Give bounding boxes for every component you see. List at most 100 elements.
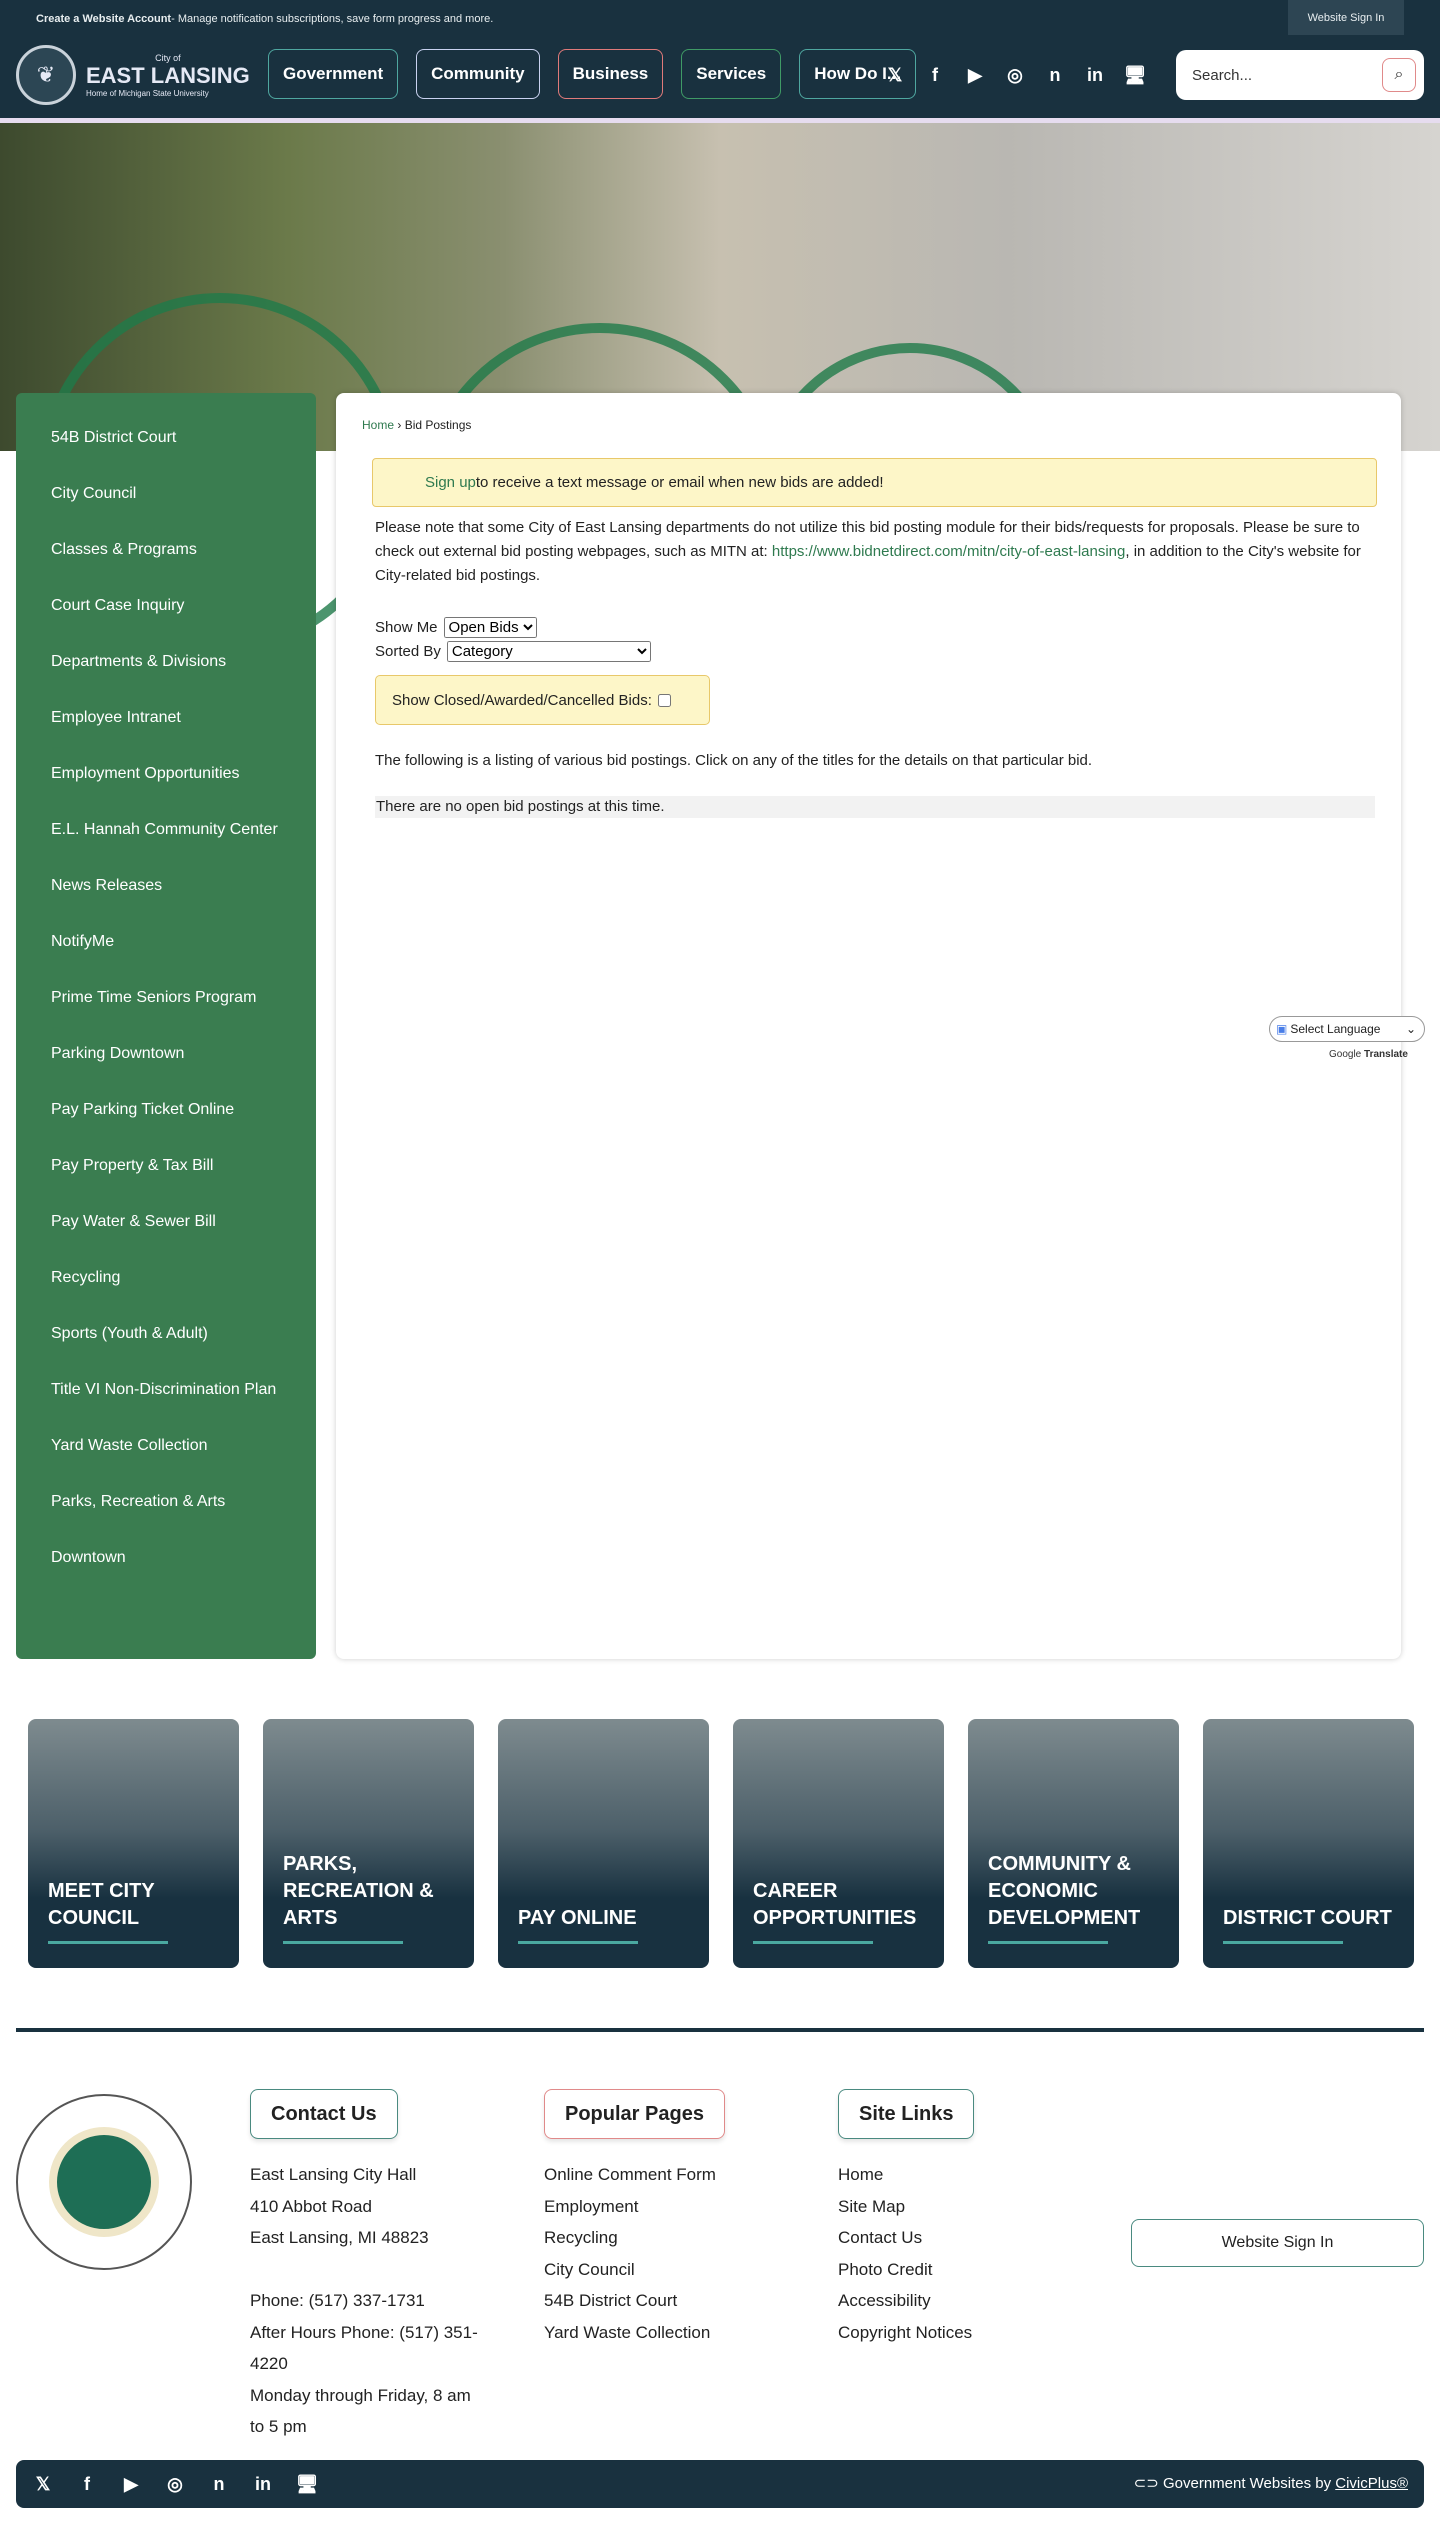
civicplus-credit: ⊂⊃ Government Websites by CivicPlus® (1134, 2474, 1408, 2492)
civicplus-icon: ⊂⊃ (1133, 2475, 1163, 2492)
popular-link[interactable]: Employment (544, 2191, 725, 2223)
sidebar-item[interactable]: Downtown (16, 1535, 316, 1591)
header: ❦ City of EAST LANSING Home of Michigan … (0, 37, 1440, 118)
tile-title: Community & Economic Development (988, 1853, 1141, 1929)
contact-line: 410 Abbot Road (250, 2196, 372, 2216)
show-closed-checkbox[interactable] (657, 693, 671, 707)
facebook-icon[interactable]: f (922, 62, 948, 88)
logo-city-of: City of (155, 52, 181, 63)
popular-link[interactable]: 54B District Court (544, 2285, 725, 2317)
create-account-link[interactable]: Create a Website Account (36, 13, 171, 25)
sidebar-item[interactable]: Classes & Programs (16, 527, 316, 583)
x-icon[interactable]: 𝕏 (882, 62, 908, 88)
breadcrumb-home[interactable]: Home (362, 418, 394, 432)
popular-link[interactable]: Recycling (544, 2222, 725, 2254)
sidebar-item[interactable]: NotifyMe (16, 919, 316, 975)
sorted-by-label: Sorted By (375, 642, 441, 660)
sidebar-item[interactable]: Title VI Non-Discrimination Plan (16, 1367, 316, 1423)
site-link[interactable]: Accessibility (838, 2285, 974, 2317)
tile-underline (283, 1941, 403, 1944)
contact-line: Phone: (517) 337-1731 (250, 2291, 425, 2310)
youtube-icon[interactable]: ▶ (118, 2474, 144, 2495)
popular-link[interactable]: Yard Waste Collection (544, 2317, 725, 2349)
language-select[interactable]: ▣ Select Language ⌄ (1269, 1016, 1425, 1042)
sidebar-item[interactable]: News Releases (16, 863, 316, 919)
tile-underline (753, 1941, 873, 1944)
nav-business[interactable]: Business (557, 49, 664, 99)
popular-heading: Popular Pages (544, 2089, 725, 2139)
sidebar-item[interactable]: Employee Intranet (16, 695, 316, 751)
logo-name: EAST LANSING (86, 62, 250, 88)
contact-line (250, 2254, 485, 2286)
sidebar-item[interactable]: Departments & Divisions (16, 639, 316, 695)
site-logo[interactable]: ❦ City of EAST LANSING Home of Michigan … (16, 45, 250, 105)
show-me-select[interactable]: Open Bids (443, 616, 537, 638)
site-link[interactable]: Copyright Notices (838, 2317, 974, 2349)
sidebar-item[interactable]: Court Case Inquiry (16, 583, 316, 639)
sidebar-item[interactable]: Employment Opportunities (16, 751, 316, 807)
website-sign-in-button[interactable]: Website Sign In (1288, 0, 1404, 35)
nextdoor-icon[interactable]: n (1042, 62, 1068, 88)
nav-government[interactable]: Government (268, 49, 399, 99)
sign-up-link[interactable]: Sign up (425, 474, 476, 491)
search-icon: ⌕ (1394, 66, 1404, 83)
linkedin-icon[interactable]: in (1082, 62, 1108, 88)
sidebar-item[interactable]: Sports (Youth & Adult) (16, 1311, 316, 1367)
site-link[interactable]: Site Map (838, 2191, 974, 2223)
signup-alert: Sign up to receive a text message or ema… (372, 458, 1377, 507)
sidebar-item[interactable]: E.L. Hannah Community Center (16, 807, 316, 863)
footer-sign-in-button[interactable]: Website Sign In (1131, 2219, 1424, 2267)
sidebar-item[interactable]: Parking Downtown (16, 1031, 316, 1087)
footer-divider (16, 2028, 1424, 2032)
quick-link-tile[interactable]: Pay Online (498, 1719, 709, 1968)
nav-services[interactable]: Services (681, 49, 782, 99)
facebook-icon[interactable]: f (74, 2474, 100, 2495)
nextdoor-icon[interactable]: n (206, 2474, 232, 2495)
monitor-icon[interactable]: 🖥 (294, 2474, 320, 2495)
sidebar-item[interactable]: City Council (16, 471, 316, 527)
sidebar-item[interactable]: Pay Water & Sewer Bill (16, 1199, 316, 1255)
show-closed-label: Show Closed/Awarded/Cancelled Bids: (392, 691, 652, 709)
bid-filters: Show Me Open Bids Sorted By Category (375, 615, 651, 663)
google-text: Google (1329, 1049, 1362, 1060)
breadcrumb-sep: › (394, 418, 405, 432)
quick-link-tile[interactable]: Community & Economic Development (968, 1719, 1179, 1968)
sidebar-item[interactable]: Yard Waste Collection (16, 1423, 316, 1479)
site-link[interactable]: Home (838, 2159, 974, 2191)
search-box[interactable]: Search... ⌕ (1176, 50, 1424, 100)
youtube-icon[interactable]: ▶ (962, 62, 988, 88)
search-input[interactable]: Search... (1192, 67, 1252, 84)
x-icon[interactable]: 𝕏 (30, 2474, 56, 2495)
instagram-icon[interactable]: ◎ (162, 2474, 188, 2495)
tile-title: District Court (1223, 1907, 1392, 1929)
site-links-heading: Site Links (838, 2089, 975, 2139)
search-button[interactable]: ⌕ (1382, 58, 1416, 92)
quick-link-tile[interactable]: Parks, Recreation & Arts (263, 1719, 474, 1968)
footer-contact: Contact Us East Lansing City Hall 410 Abb… (250, 2089, 485, 2443)
listing-text: The following is a listing of various bi… (375, 752, 1093, 769)
civicplus-link[interactable]: CivicPlus® (1335, 2475, 1408, 2492)
main-content: Home › Bid Postings Sign up to receive a… (336, 393, 1401, 1659)
sorted-by-select[interactable]: Category (446, 640, 651, 662)
nav-community[interactable]: Community (416, 49, 540, 99)
site-link[interactable]: Photo Credit (838, 2254, 974, 2286)
quick-link-tile[interactable]: Career Opportunities (733, 1719, 944, 1968)
mitn-link[interactable]: https://www.bidnetdirect.com/mitn/city-o… (772, 543, 1125, 560)
sidebar-item[interactable]: Parks, Recreation & Arts (16, 1479, 316, 1535)
linkedin-icon[interactable]: in (250, 2474, 276, 2495)
quick-link-tile[interactable]: District Court (1203, 1719, 1414, 1968)
popular-link[interactable]: City Council (544, 2254, 725, 2286)
monitor-icon[interactable]: 🖥 (1122, 62, 1148, 88)
google-translate-credit: Google Translate (1329, 1049, 1408, 1060)
sidebar-item[interactable]: Recycling (16, 1255, 316, 1311)
quick-link-tiles: Meet City Council Parks, Recreation & Art… (28, 1719, 1414, 1968)
popular-link[interactable]: Online Comment Form (544, 2159, 725, 2191)
sidebar-item[interactable]: 54B District Court (16, 415, 316, 471)
site-link[interactable]: Contact Us (838, 2222, 974, 2254)
sidebar-item[interactable]: Pay Parking Ticket Online (16, 1087, 316, 1143)
sidebar-item[interactable]: Pay Property & Tax Bill (16, 1143, 316, 1199)
instagram-icon[interactable]: ◎ (1002, 62, 1028, 88)
tile-underline (1223, 1941, 1343, 1944)
quick-link-tile[interactable]: Meet City Council (28, 1719, 239, 1968)
sidebar-item[interactable]: Prime Time Seniors Program (16, 975, 316, 1031)
